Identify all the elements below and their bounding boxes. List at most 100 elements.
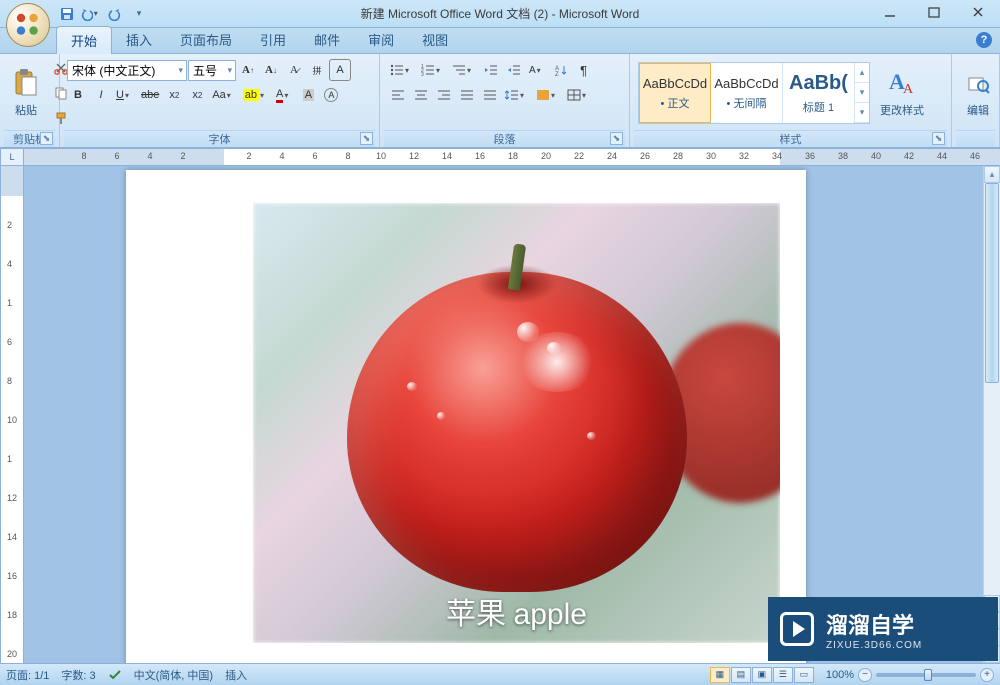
play-icon [780,612,814,646]
font-family-select[interactable]: 宋体 (中文正文) [67,60,187,81]
tab-references[interactable]: 引用 [246,26,300,53]
gallery-more[interactable]: ▾ [855,103,869,123]
strike-button[interactable]: abe [138,84,162,106]
group-font: 宋体 (中文正文) 五号 A↑ A↓ A̷ 拼 A B I U▾ abe x2 … [60,54,380,147]
document-area[interactable]: 苹果 apple ▴ ▾ ⦿ ● ⦿ [28,166,1000,663]
line-spacing-button[interactable]: ▾ [502,84,532,106]
tab-layout[interactable]: 页面布局 [166,26,246,53]
increase-indent-button[interactable] [503,59,525,81]
status-insert[interactable]: 插入 [225,667,247,683]
close-button[interactable] [956,0,1000,24]
status-page[interactable]: 页面: 1/1 [6,667,49,683]
enclose-char-button[interactable]: A [320,84,342,106]
tab-view[interactable]: 视图 [408,26,462,53]
qat-customize[interactable]: ▾ [128,3,150,25]
align-right-button[interactable] [433,84,455,106]
quick-access-toolbar: ▾ ▾ [56,3,150,25]
window-controls [868,0,1000,24]
bullets-button[interactable]: ▾ [387,59,417,81]
horizontal-ruler[interactable]: 8642246810121416182022242628303234363840… [24,148,1000,166]
font-size-select[interactable]: 五号 [188,60,236,81]
justify-button[interactable] [456,84,478,106]
show-marks-button[interactable]: ¶ [573,59,595,81]
font-color-button[interactable]: A▾ [273,84,296,106]
tab-home[interactable]: 开始 [56,26,112,54]
char-border-button[interactable]: A [329,59,351,81]
group-editing: 编辑 [952,54,1000,147]
group-paragraph: ▾ 123▾ ▾ A▾ AZ ¶ ▾ ▾ ▾ 段落⬊ [380,54,630,147]
ribbon-tabs: 开始 插入 页面布局 引用 邮件 审阅 视图 ? [0,28,1000,54]
bold-button[interactable]: B [67,84,89,106]
group-styles: AaBbCcDd • 正文 AaBbCcDd • 无间隔 AaBb( 标题 1 … [630,54,952,147]
vertical-ruler[interactable]: 241681011214161820 [0,166,24,663]
grow-font-button[interactable]: A↑ [237,59,259,81]
decrease-indent-button[interactable] [480,59,502,81]
maximize-button[interactable] [912,0,956,24]
undo-button[interactable]: ▾ [80,3,102,25]
view-web[interactable]: ▣ [752,667,772,683]
work-area: L 86422468101214161820222426283032343638… [0,148,1000,663]
numbering-button[interactable]: 123▾ [418,59,448,81]
change-styles-button[interactable]: AA 更改样式 [874,66,930,120]
gallery-down[interactable]: ▾ [855,83,869,103]
sort-button[interactable]: AZ [550,59,572,81]
view-draft[interactable]: ▭ [794,667,814,683]
office-button[interactable] [6,3,50,47]
change-case-button[interactable]: Aa▾ [209,84,238,106]
tab-review[interactable]: 审阅 [354,26,408,53]
text-direction-button[interactable]: A▾ [526,59,549,81]
zoom-in-button[interactable]: + [980,668,994,682]
inserted-image[interactable]: 苹果 apple [253,203,780,643]
align-center-button[interactable] [410,84,432,106]
status-language[interactable]: 中文(简体, 中国) [134,667,213,683]
border-button[interactable]: ▾ [564,84,594,106]
tab-insert[interactable]: 插入 [112,26,166,53]
highlight-button[interactable]: ab▾ [240,84,272,106]
phonetic-guide-button[interactable]: 拼 [306,59,328,81]
shading-button[interactable]: ▾ [533,84,563,106]
shrink-font-button[interactable]: A↓ [260,59,282,81]
paragraph-launcher[interactable]: ⬊ [610,132,623,145]
ribbon: 粘贴 剪贴板⬊ 宋体 (中文正文) 五号 A↑ A↓ A̷ 拼 A B [0,54,1000,148]
gallery-up[interactable]: ▴ [855,63,869,83]
view-fullscreen[interactable]: ▤ [731,667,751,683]
save-button[interactable] [56,3,78,25]
status-words[interactable]: 字数: 3 [61,667,95,683]
multilevel-button[interactable]: ▾ [449,59,479,81]
underline-button[interactable]: U▾ [113,84,137,106]
paste-button[interactable]: 粘贴 [4,66,48,120]
window-title: 新建 Microsoft Office Word 文档 (2) - Micros… [361,5,640,22]
font-launcher[interactable]: ⬊ [360,132,373,145]
clipboard-launcher[interactable]: ⬊ [40,132,53,145]
view-print[interactable]: ▦ [710,667,730,683]
ruler-corner[interactable]: L [0,148,24,166]
scroll-up-button[interactable]: ▴ [984,166,1000,183]
style-nospace[interactable]: AaBbCcDd • 无间隔 [711,63,783,123]
image-caption: 苹果 apple [446,589,587,633]
redo-button[interactable] [104,3,126,25]
tab-mailings[interactable]: 邮件 [300,26,354,53]
find-button[interactable]: 编辑 [956,66,1000,120]
zoom-value[interactable]: 100% [826,669,854,681]
zoom-out-button[interactable]: − [858,668,872,682]
zoom-slider[interactable] [876,673,976,677]
status-proof[interactable] [108,668,122,682]
distribute-button[interactable] [479,84,501,106]
styles-launcher[interactable]: ⬊ [932,132,945,145]
view-outline[interactable]: ☰ [773,667,793,683]
char-shading-button[interactable]: A [297,84,319,106]
italic-button[interactable]: I [90,84,112,106]
style-normal[interactable]: AaBbCcDd • 正文 [639,63,711,123]
svg-text:Z: Z [555,72,559,76]
scroll-thumb[interactable] [985,183,999,383]
styles-gallery[interactable]: AaBbCcDd • 正文 AaBbCcDd • 无间隔 AaBb( 标题 1 … [638,62,870,124]
help-button[interactable]: ? [976,32,992,48]
superscript-button[interactable]: x2 [186,84,208,106]
minimize-button[interactable] [868,0,912,24]
vertical-scrollbar[interactable]: ▴ ▾ ⦿ ● ⦿ [983,166,1000,663]
clear-format-button[interactable]: A̷ [283,59,305,81]
subscript-button[interactable]: x2 [163,84,185,106]
style-heading1[interactable]: AaBb( 标题 1 [783,63,855,123]
align-left-button[interactable] [387,84,409,106]
status-bar: 页面: 1/1 字数: 3 中文(简体, 中国) 插入 ▦ ▤ ▣ ☰ ▭ 10… [0,663,1000,685]
